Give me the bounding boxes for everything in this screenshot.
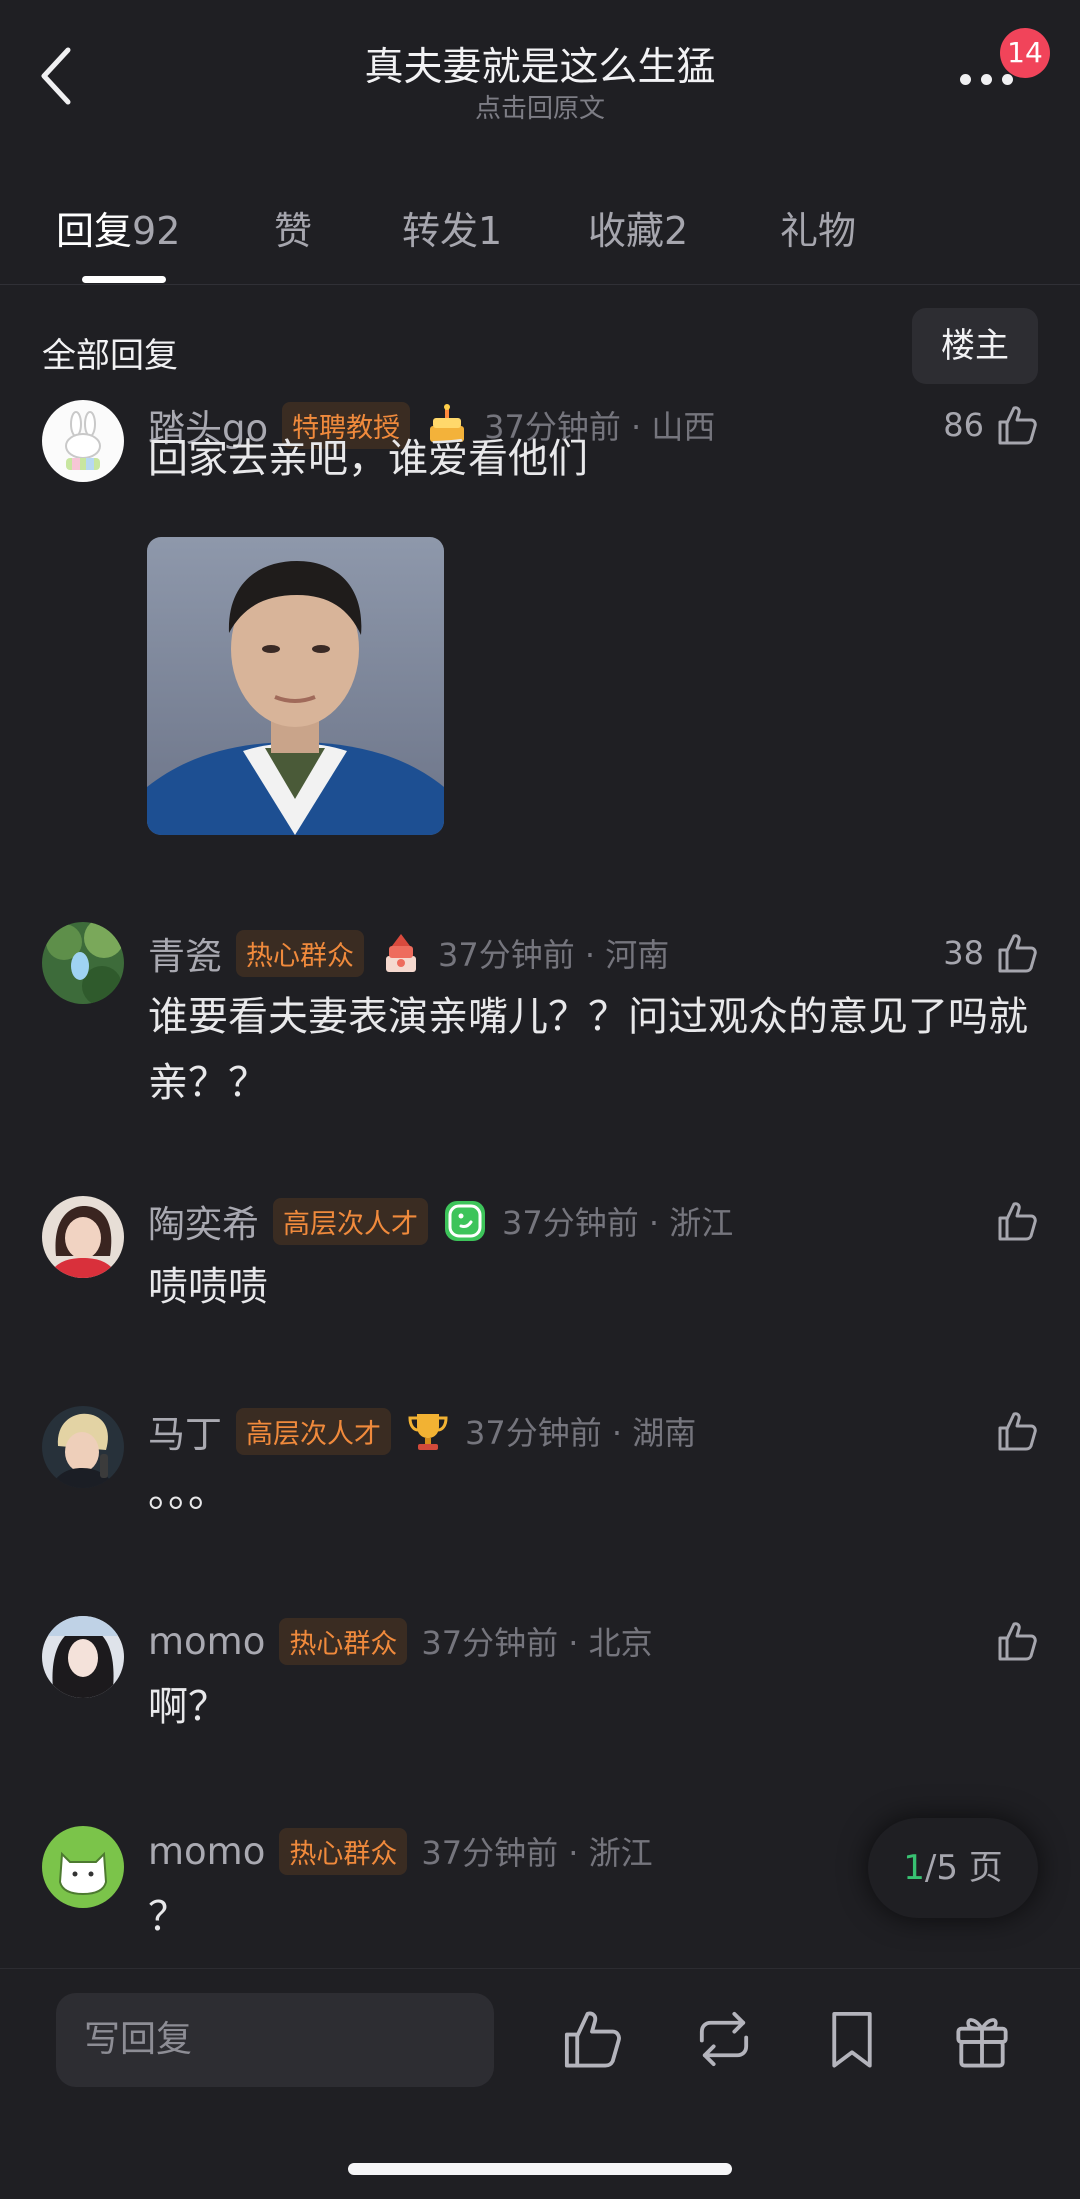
comment-meta: 陶奕希 高层次人才 37分钟前 · 浙江 — [148, 1196, 733, 1246]
timestamp-location: 37分钟前 · 北京 — [421, 1624, 653, 1662]
cake-medal-icon — [386, 934, 416, 972]
comment-meta: 青瓷 热心群众 37分钟前 · 河南 — [148, 928, 669, 978]
current-page: 1 — [903, 1848, 925, 1888]
bookmark-button[interactable] — [818, 2005, 886, 2073]
home-indicator — [348, 2163, 732, 2175]
notification-badge: 14 — [1000, 28, 1050, 78]
thumbs-up-icon — [998, 1622, 1037, 1661]
comment-text: 谁要看夫妻表演亲嘴儿？？问过观众的意见了吗就亲？？ — [148, 994, 1028, 1106]
repost-button[interactable] — [690, 2005, 758, 2073]
username[interactable]: 青瓷 — [148, 926, 222, 980]
reply-input[interactable]: 写回复 — [56, 1993, 494, 2087]
avatar[interactable] — [42, 1406, 124, 1488]
comment-text: 。。。 — [148, 1470, 228, 1516]
thumbs-up-icon — [998, 1412, 1037, 1451]
tab-bar: 回复92 赞 转发1 收藏2 礼物 — [0, 190, 1080, 285]
avatar[interactable] — [42, 1616, 124, 1698]
thumbs-up-icon — [998, 934, 1037, 973]
tab-favorites[interactable]: 收藏2 — [588, 200, 688, 255]
thumbs-up-icon — [564, 2011, 621, 2068]
user-tag: 热心群众 — [279, 1827, 408, 1875]
gift-icon — [956, 2018, 1008, 2068]
comment-text: 啧啧啧 — [148, 1264, 268, 1310]
tab-reposts[interactable]: 转发1 — [402, 200, 502, 255]
avatar[interactable] — [42, 1826, 124, 1908]
timestamp-location: 37分钟前 · 河南 — [438, 936, 670, 974]
username[interactable]: momo — [148, 1620, 265, 1663]
top-nav-bar: 真夫妻就是这么生猛 点击回原文 14 — [0, 0, 1080, 124]
avatar[interactable] — [42, 400, 124, 482]
page-title: 真夫妻就是这么生猛 — [364, 45, 716, 90]
username[interactable]: momo — [148, 1830, 265, 1873]
username[interactable]: 马丁 — [148, 1404, 222, 1458]
comment-meta: momo 热心群众 37分钟前 · 北京 — [148, 1616, 653, 1666]
tab-gifts[interactable]: 礼物 — [780, 200, 856, 255]
page-indicator-button[interactable]: 1/5 页 — [868, 1818, 1038, 1918]
trophy-icon — [408, 1414, 448, 1450]
repost-icon — [699, 2011, 749, 2067]
like-button[interactable] — [994, 1616, 1040, 1666]
tab-label: 回复 — [56, 209, 133, 253]
comment-image[interactable] — [147, 537, 444, 835]
tab-count: 2 — [664, 209, 689, 253]
timestamp-location: 37分钟前 · 湖南 — [465, 1414, 697, 1452]
user-tag: 高层次人才 — [273, 1197, 428, 1245]
tab-replies[interactable]: 回复92 — [56, 200, 180, 255]
tab-likes[interactable]: 赞 — [274, 200, 312, 255]
timestamp-location: 37分钟前 · 浙江 — [502, 1204, 734, 1242]
like-post-button[interactable] — [558, 2005, 626, 2073]
back-to-original-link[interactable]: 点击回原文 — [0, 88, 1080, 125]
tab-label: 赞 — [274, 209, 313, 253]
like-count: 38 — [943, 934, 984, 972]
avatar[interactable] — [42, 1196, 124, 1278]
username[interactable]: 陶奕希 — [148, 1194, 259, 1248]
comment-text: 回家去亲吧，谁爱看他们 — [148, 436, 588, 482]
like-button[interactable]: 38 — [943, 928, 1040, 978]
comment-text: 啊？ — [148, 1684, 228, 1730]
thumbs-up-icon — [998, 1202, 1037, 1241]
comment-meta: 马丁 高层次人才 37分钟前 · 湖南 — [148, 1406, 696, 1456]
owner-only-button[interactable]: 楼主 — [912, 308, 1038, 384]
avatar[interactable] — [42, 922, 124, 1004]
tab-label: 收藏 — [588, 209, 665, 253]
tab-count: 1 — [478, 209, 503, 253]
bookmark-icon — [832, 2011, 872, 2068]
like-button[interactable] — [994, 1196, 1040, 1246]
comment-meta: momo 热心群众 37分钟前 · 浙江 — [148, 1826, 653, 1876]
timestamp-location: 37分钟前 · 浙江 — [421, 1834, 653, 1872]
user-tag: 热心群众 — [236, 929, 364, 977]
tab-active-indicator — [82, 276, 166, 283]
user-tag: 高层次人才 — [236, 1407, 391, 1455]
tab-label: 礼物 — [780, 209, 857, 253]
tab-label: 转发 — [402, 209, 479, 253]
like-button[interactable] — [994, 1406, 1040, 1456]
gift-button[interactable] — [948, 2005, 1016, 2073]
all-replies-label: 全部回复 — [42, 336, 178, 376]
green-smile-medal-icon — [445, 1201, 485, 1241]
filter-bar: 全部回复 楼主 — [0, 308, 1080, 388]
user-tag: 热心群众 — [279, 1617, 408, 1665]
tab-count: 92 — [132, 209, 181, 253]
total-pages: /5 页 — [924, 1848, 1003, 1888]
